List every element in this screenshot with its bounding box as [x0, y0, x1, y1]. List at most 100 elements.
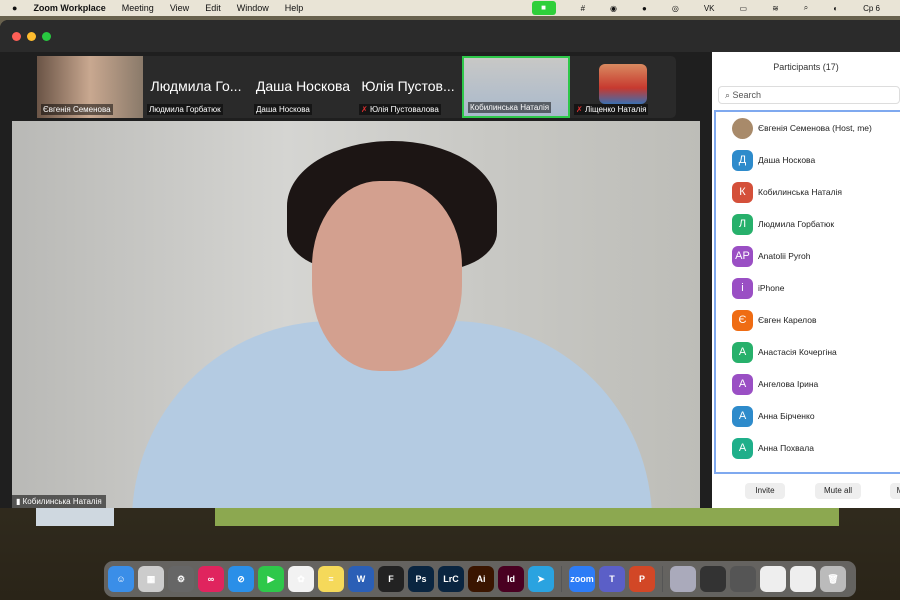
- window-5-icon[interactable]: [790, 566, 816, 592]
- window-2-icon[interactable]: [700, 566, 726, 592]
- control-center-icon[interactable]: ◐: [833, 4, 838, 13]
- safari-icon[interactable]: ⊘: [228, 566, 254, 592]
- avatar: А: [732, 341, 753, 363]
- participant-name: Даша Носкова: [758, 155, 816, 165]
- participant-name: Anatolii Pyroh: [758, 251, 811, 261]
- video-content: [312, 181, 462, 371]
- battery-icon[interactable]: ▭: [740, 4, 748, 13]
- powerpoint-icon[interactable]: P: [629, 566, 655, 592]
- participant-row[interactable]: Д Даша Носкова: [716, 144, 900, 176]
- window-4-icon[interactable]: [760, 566, 786, 592]
- minimize-button[interactable]: [27, 32, 36, 41]
- menu-app-name[interactable]: Zoom Workplace: [33, 3, 105, 13]
- apple-icon[interactable]: ●: [12, 3, 17, 13]
- participant-name: Анна Похвала: [758, 443, 814, 453]
- menu-meeting[interactable]: Meeting: [122, 3, 154, 13]
- trash-icon[interactable]: 🗑: [820, 566, 846, 592]
- video-tile[interactable]: Євгенія Семенова: [37, 56, 143, 118]
- notes-icon[interactable]: ≡: [318, 566, 344, 592]
- tile-name: Ліщенко Наталія: [584, 105, 647, 114]
- photoshop-icon[interactable]: Ps: [408, 566, 434, 592]
- thumbnail-strip: Євгенія Семенова Людмила Го... Людмила Го…: [37, 56, 676, 118]
- participant-row[interactable]: А Анастасія Кочергіна: [716, 336, 900, 368]
- muted-mic-icon: ✗: [576, 105, 585, 114]
- camera-indicator-icon[interactable]: ■: [531, 1, 556, 15]
- menu-help[interactable]: Help: [285, 3, 304, 13]
- menu-view[interactable]: View: [170, 3, 189, 13]
- teams-icon[interactable]: T: [599, 566, 625, 592]
- zoom-window: Євгенія Семенова Людмила Го... Людмила Го…: [0, 20, 900, 508]
- clock[interactable]: Ср 6: [863, 4, 880, 13]
- facetime-icon[interactable]: ▶: [258, 566, 284, 592]
- zoom-status-icon[interactable]: ◉: [610, 4, 617, 13]
- participant-row[interactable]: К Кобилинська Наталія: [716, 176, 900, 208]
- video-tile[interactable]: Юлія Пустов... ✗ Юлія Пустовалова: [355, 56, 461, 118]
- avatar: [599, 64, 647, 104]
- participant-row[interactable]: А Анна Бірченко: [716, 400, 900, 432]
- figma-icon[interactable]: F: [378, 566, 404, 592]
- window-3-icon[interactable]: [730, 566, 756, 592]
- illustrator-icon[interactable]: Ai: [468, 566, 494, 592]
- spotlight-icon[interactable]: ⌕: [804, 3, 808, 13]
- desktop-window: [215, 508, 839, 526]
- menu-window[interactable]: Window: [237, 3, 269, 13]
- close-button[interactable]: [12, 32, 21, 41]
- title-bar: [0, 20, 900, 52]
- indesign-icon[interactable]: Id: [498, 566, 524, 592]
- avatar: А: [732, 405, 753, 427]
- telegram-icon[interactable]: ➤: [528, 566, 554, 592]
- window-1-icon[interactable]: [670, 566, 696, 592]
- dock-separator: [662, 566, 663, 592]
- participant-row[interactable]: А Ангелова Ірина: [716, 368, 900, 400]
- video-tile[interactable]: Людмила Го... Людмила Горбатюк: [143, 56, 249, 118]
- participant-row[interactable]: Євгенія Семенова (Host, me): [716, 112, 900, 144]
- word-icon[interactable]: W: [348, 566, 374, 592]
- participant-list[interactable]: Євгенія Семенова (Host, me) Д Даша Носкова…: [714, 110, 900, 474]
- participant-name: Людмила Горбатюк: [758, 219, 835, 229]
- video-tile[interactable]: Даша Носкова Даша Носкова: [250, 56, 356, 118]
- search-input[interactable]: ⌕ Search: [718, 86, 900, 104]
- dock-separator: [561, 566, 562, 592]
- avatar: Д: [732, 149, 753, 171]
- search-placeholder: Search: [732, 90, 762, 100]
- search-icon: ⌕: [725, 90, 733, 100]
- participant-name: Євген Карелов: [758, 315, 817, 325]
- more-button[interactable]: M: [890, 483, 900, 499]
- dock: ☺ ▦ ⚙ ∞ ⊘ ▶ ✿ ≡ W F Ps LrC Ai Id ➤ zoom T P 🗑: [104, 561, 856, 597]
- wifi-icon[interactable]: ≋: [772, 4, 779, 13]
- fullscreen-button[interactable]: [42, 32, 51, 41]
- participant-name: Анастасія Кочергіна: [758, 347, 837, 357]
- figma-icon[interactable]: #: [581, 4, 585, 13]
- avatar: А: [732, 373, 753, 395]
- invite-button[interactable]: Invite: [745, 483, 785, 499]
- settings-icon[interactable]: ⚙: [168, 566, 194, 592]
- participants-title: Participants (17): [773, 62, 839, 72]
- menu-edit[interactable]: Edit: [205, 3, 221, 13]
- tile-name: Даша Носкова: [254, 104, 312, 115]
- participant-row[interactable]: Є Євген Карелов: [716, 304, 900, 336]
- video-tile-active-speaker[interactable]: Кобилинська Наталія: [462, 56, 570, 118]
- avatar: А: [732, 437, 753, 459]
- launchpad-icon[interactable]: ▦: [138, 566, 164, 592]
- participant-row[interactable]: AP Anatolii Pyroh: [716, 240, 900, 272]
- creative-cloud-icon[interactable]: ∞: [198, 566, 224, 592]
- participant-row[interactable]: А Анна Похвала: [716, 432, 900, 464]
- speaker-name: Кобилинська Наталія: [22, 497, 102, 506]
- main-video[interactable]: ▮ Кобилинська Наталія: [12, 121, 700, 508]
- photos-icon[interactable]: ✿: [288, 566, 314, 592]
- avatar: AP: [732, 245, 753, 267]
- lightroom-icon[interactable]: LrC: [438, 566, 464, 592]
- participant-row[interactable]: i iPhone: [716, 272, 900, 304]
- video-tile[interactable]: ✗ Ліщенко Наталія: [570, 56, 676, 118]
- avatar: Є: [732, 309, 753, 331]
- participant-row[interactable]: Л Людмила Горбатюк: [716, 208, 900, 240]
- vk-icon[interactable]: VK: [704, 4, 715, 13]
- telegram-status-icon[interactable]: ●: [642, 4, 647, 13]
- participant-name: Євгенія Семенова (Host, me): [758, 123, 872, 133]
- zoom-icon[interactable]: zoom: [569, 566, 595, 592]
- mute-all-button[interactable]: Mute all: [815, 483, 861, 499]
- creative-cloud-status-icon[interactable]: ◎: [672, 4, 679, 13]
- signal-icon: ▮: [16, 497, 23, 506]
- tile-big-name: Людмила Го...: [150, 78, 242, 94]
- finder-icon[interactable]: ☺: [108, 566, 134, 592]
